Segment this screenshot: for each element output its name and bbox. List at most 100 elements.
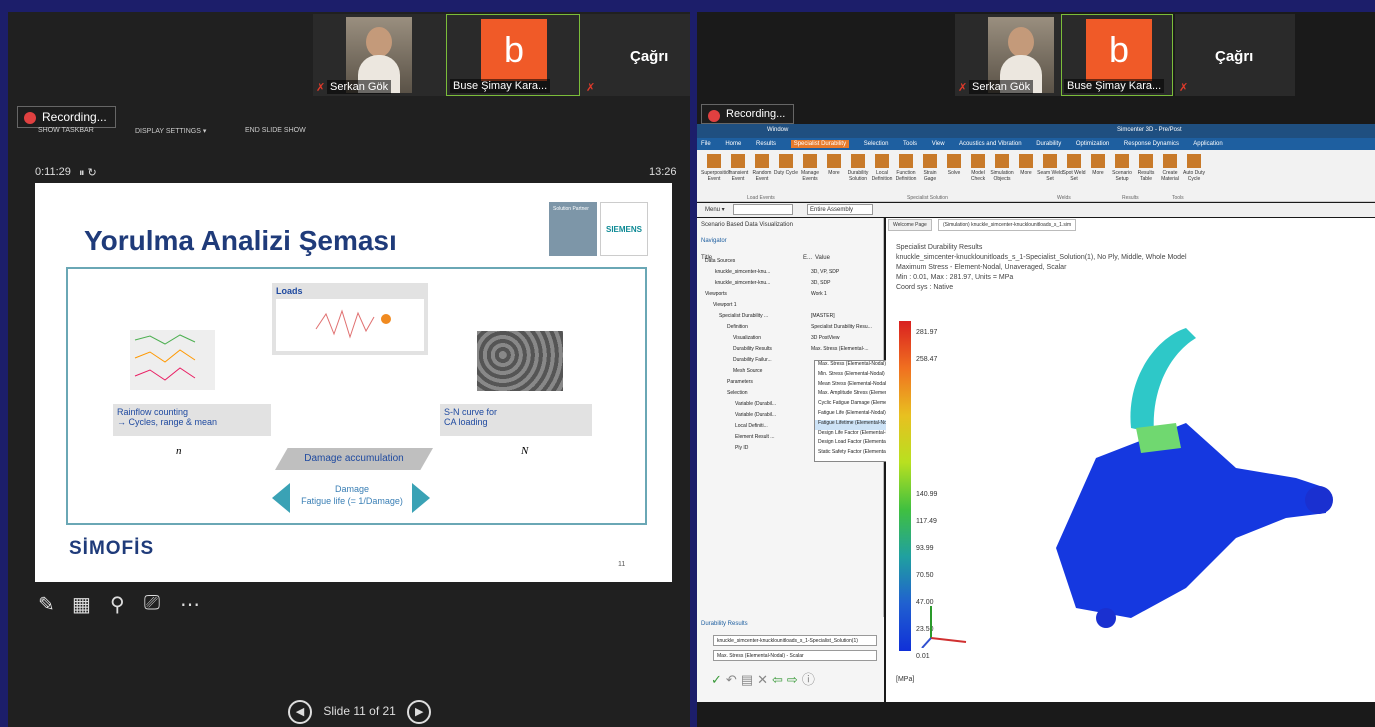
graphics-window[interactable]: Welcome Page (Simulation) knuckle_simcen… (886, 218, 1375, 702)
ribbon-button[interactable]: Local Definition (869, 154, 895, 182)
ribbon-button-label: Strain Gage (923, 170, 937, 182)
tab-home[interactable]: Home (725, 141, 741, 147)
tab-results[interactable]: Results (756, 141, 776, 147)
participant-tile-cagri[interactable]: Çağrı ✗ (580, 14, 690, 96)
menu-button[interactable]: Menu ▾ (705, 206, 725, 213)
ribbon-button-icon (923, 154, 937, 168)
ribbon-button[interactable]: Model Check (965, 154, 991, 182)
ribbon-button[interactable]: Superposition Event (701, 154, 732, 182)
delete-icon[interactable]: ✕ (757, 672, 772, 687)
ribbon-button[interactable]: Random Event (749, 154, 775, 182)
tab-welcome-page[interactable]: Welcome Page (888, 219, 932, 231)
tree-row[interactable]: Visualization 3D PostView (699, 335, 879, 346)
shared-screen-pane: ✗ Serkan Gök b Buse Şimay Kara... Çağrı … (697, 12, 1375, 727)
ribbon-button-label: Spot Weld Set (1062, 170, 1086, 182)
ribbon-button[interactable]: More (1085, 154, 1111, 176)
tree-row[interactable]: Data Sources (699, 258, 879, 269)
ribbon-button[interactable]: Duty Cycle (773, 154, 799, 176)
ribbon-button[interactable]: Transient Event (725, 154, 751, 182)
ribbon-button-icon (1067, 154, 1081, 168)
tree-row-title: Specialist Durability ... (719, 313, 769, 319)
ribbon-button[interactable]: Function Definition (893, 154, 919, 182)
ribbon-button-label: Transient Event (727, 170, 749, 182)
tree-row[interactable]: knuckle_simcenter-knu... 3D, VP, SDP (699, 269, 879, 280)
tab-view[interactable]: View (932, 141, 945, 147)
tree-row[interactable]: Viewports Work 1 (699, 291, 879, 302)
info-line: Coord sys : Native (896, 284, 954, 291)
group-results: Results (1122, 195, 1139, 201)
tree-row[interactable]: Durability Results Max. Stress (Elemental… (699, 346, 879, 357)
screen-icon[interactable]: ⎚ (144, 592, 160, 615)
participant-tile-serkan[interactable]: ✗ Serkan Gök (313, 14, 447, 96)
next-icon[interactable]: ⇨ (787, 672, 802, 687)
tree-row-value: Max. Stress (Elemental-... (811, 346, 869, 352)
table-icon[interactable]: ▤ (741, 672, 757, 687)
tab-durability[interactable]: Durability (1036, 141, 1061, 147)
ribbon-button[interactable]: More (821, 154, 847, 176)
ok-icon[interactable]: ✓ (711, 672, 726, 687)
ribbon-button[interactable]: Seam Weld Set (1037, 154, 1063, 182)
ribbon-button[interactable]: Solve (941, 154, 967, 176)
assembly-select[interactable]: Entire Assembly (807, 204, 873, 215)
participant-tile-buse[interactable]: b Buse Şimay Kara... (446, 14, 580, 96)
tab-optimization[interactable]: Optimization (1076, 141, 1109, 147)
ribbon-button[interactable]: Results Table (1133, 154, 1159, 182)
display-settings-button[interactable]: DISPLAY SETTINGS ▾ (135, 127, 206, 135)
tree-row[interactable]: Viewport 1 (699, 302, 879, 313)
prev-icon[interactable]: ⇦ (772, 672, 787, 687)
loads-label: Loads (276, 286, 303, 296)
solution-select[interactable]: knuckle_simcenter-knucklounitloads_s_1-S… (713, 635, 877, 646)
ribbon-button-icon (827, 154, 841, 168)
group-load-events: Load Events (747, 195, 775, 201)
tab-response-dynamics[interactable]: Response Dynamics (1124, 141, 1179, 147)
tab-application[interactable]: Application (1193, 141, 1222, 147)
tab-simulation[interactable]: (Simulation) knuckle_simcenter-knuckloun… (938, 219, 1077, 231)
next-slide-icon[interactable]: ▶ (407, 700, 432, 724)
ribbon-button[interactable]: Auto Duty Cycle (1181, 154, 1207, 182)
tree-row[interactable]: Definition Specialist Durability Resu... (699, 324, 879, 335)
ribbon-button[interactable]: Simulation Objects (989, 154, 1015, 182)
recording-indicator: Recording... (17, 106, 116, 128)
ribbon-button[interactable]: Scenario Setup (1109, 154, 1135, 182)
ribbon-button[interactable]: Manage Events (797, 154, 823, 182)
tab-specialist-durability[interactable]: Specialist Durability (790, 140, 850, 148)
fatigue-life-label: Fatigue life (= 1/Damage) (301, 496, 403, 506)
end-slide-show-button[interactable]: END SLIDE SHOW (245, 127, 306, 134)
participant-tile-cagri[interactable]: Çağrı ✗ (1175, 14, 1295, 96)
tab-file[interactable]: File (701, 141, 711, 147)
tree-row-value: Specialist Durability Resu... (811, 324, 872, 330)
ribbon-button[interactable]: Create Material (1157, 154, 1183, 182)
tab-acoustics[interactable]: Acoustics and Vibration (959, 141, 1022, 147)
tree-row[interactable]: Specialist Durability ... [MASTER] (699, 313, 879, 324)
zoom-icon[interactable]: ⚲ (110, 592, 125, 617)
pen-icon[interactable]: ✎ (38, 592, 55, 617)
undo-icon[interactable]: ↶ (726, 672, 741, 687)
pause-icon[interactable]: ⏸ ↻ (79, 166, 97, 180)
tab-tools[interactable]: Tools (903, 141, 917, 147)
participant-name: Buse Şimay Kara... (1064, 79, 1165, 93)
durability-results-heading[interactable]: Durability Results (701, 621, 748, 627)
ribbon-button[interactable]: Strain Gage (917, 154, 943, 182)
filter-select[interactable] (733, 204, 793, 215)
navigator-heading[interactable]: Navigator (701, 238, 727, 244)
ribbon-button[interactable]: Spot Weld Set (1061, 154, 1087, 182)
ribbon-button-icon (779, 154, 793, 168)
participant-name: Çağrı (1215, 48, 1254, 65)
slide-page-number: 11 (618, 561, 626, 568)
tree-row[interactable]: knuckle_simcenter-knu... 3D, SDP (699, 280, 879, 291)
ribbon-button-icon (1091, 154, 1105, 168)
participant-tile-buse[interactable]: b Buse Şimay Kara... (1061, 14, 1173, 96)
window-menu[interactable]: Window (767, 127, 788, 133)
tab-selection[interactable]: Selection (864, 141, 889, 147)
ribbon-tabs: File Home Results Specialist Durability … (697, 138, 1375, 150)
result-type-select[interactable]: Max. Stress (Elemental-Nodal) - Scalar (713, 650, 877, 661)
more-icon[interactable]: ⋯ (180, 592, 200, 617)
show-taskbar-button[interactable]: SHOW TASKBAR (38, 127, 94, 134)
ribbon-button[interactable]: Durability Solution (845, 154, 871, 182)
damage-label: Damage (334, 484, 370, 494)
ribbon-button[interactable]: More (1013, 154, 1039, 176)
ribbon-button-icon (1187, 154, 1201, 168)
previous-slide-icon[interactable]: ◀ (288, 700, 312, 724)
info-icon[interactable]: ⓘ (802, 672, 819, 687)
slides-grid-icon[interactable]: ▦ (72, 592, 91, 617)
